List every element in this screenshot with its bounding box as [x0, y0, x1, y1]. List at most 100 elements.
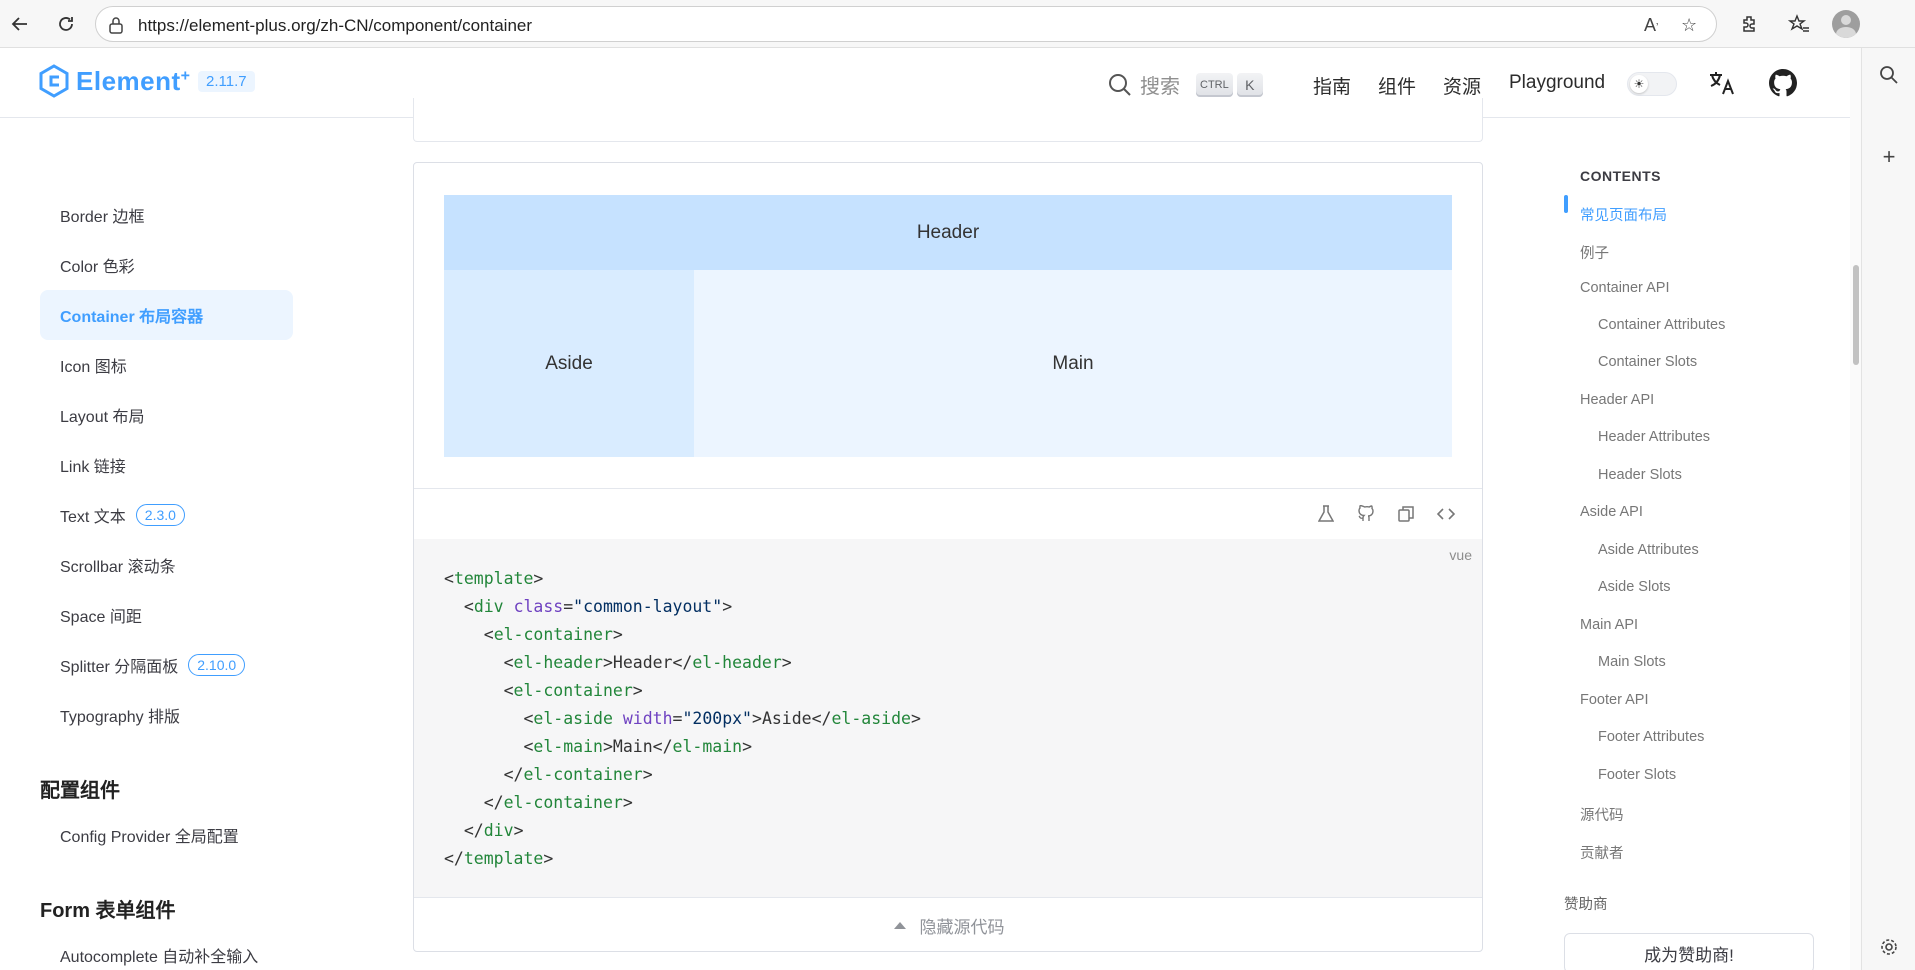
sidebar-item-border[interactable]: Border 边框: [40, 190, 293, 240]
toc-active-marker: [1564, 195, 1568, 213]
sidebar-item-label: Color 色彩: [60, 259, 135, 276]
sidebar-item-splitter[interactable]: Splitter 分隔面板 2.10.0: [40, 640, 293, 690]
toc-item[interactable]: Container Slots: [1598, 354, 1697, 370]
kbd-ctrl: CTRL: [1196, 72, 1233, 97]
logo-text: Element+: [76, 65, 191, 96]
demo-preview: Header Aside Main: [444, 195, 1452, 457]
github-icon[interactable]: [1355, 503, 1377, 525]
toc-item[interactable]: Header API: [1580, 392, 1654, 408]
logo[interactable]: Element+: [38, 64, 191, 98]
sidebar-item-space[interactable]: Space 间距: [40, 590, 293, 640]
version-tag: 2.3.0: [135, 504, 185, 526]
element-logo-icon: [39, 64, 69, 98]
translate-icon[interactable]: [1707, 68, 1737, 98]
favorites-icon[interactable]: [1785, 10, 1813, 38]
code-content: <template> <div class="common-layout"> <…: [444, 569, 921, 868]
sidebar-item-container[interactable]: Container 布局容器: [40, 290, 293, 340]
nav-component[interactable]: 组件: [1378, 72, 1416, 99]
code-block[interactable]: vue <template> <div class="common-layout…: [414, 539, 1482, 897]
version-badge[interactable]: 2.11.7: [198, 71, 255, 92]
read-aloud-icon[interactable]: Aʼ: [1644, 15, 1658, 36]
caret-up-icon: [893, 922, 906, 929]
toc-item[interactable]: Footer API: [1580, 692, 1649, 708]
browser-toolbar: https://element-plus.org/zh-CN/component…: [0, 0, 1915, 48]
sponsor-title: 赞助商: [1564, 897, 1608, 913]
toc-item[interactable]: Container Attributes: [1598, 317, 1725, 333]
sidebar-item-label: Text 文本: [60, 509, 126, 526]
theme-toggle[interactable]: ☀: [1627, 72, 1677, 96]
toc-title: CONTENTS: [1580, 168, 1661, 184]
browser-sidebar: +: [1861, 48, 1915, 970]
sidebar-item-label: Link 链接: [60, 459, 126, 476]
toc-item[interactable]: Aside Slots: [1598, 579, 1671, 595]
version-tag: 2.10.0: [188, 654, 246, 676]
lock-icon[interactable]: [108, 16, 124, 39]
sidebar-item-layout[interactable]: Layout 布局: [40, 390, 293, 440]
toc-item[interactable]: 常见页面布局: [1580, 204, 1667, 225]
search-placeholder: 搜索: [1140, 76, 1180, 98]
toc-item[interactable]: 贡献者: [1580, 842, 1624, 863]
nav-playground[interactable]: Playground: [1509, 72, 1605, 94]
extensions-icon[interactable]: [1736, 10, 1764, 38]
table-of-contents: CONTENTS 常见页面布局 例子 Container API Contain…: [1560, 118, 1850, 970]
sidebar-item-scrollbar[interactable]: Scrollbar 滚动条: [40, 540, 293, 590]
search-icon: [1109, 73, 1131, 96]
sidebar-item-label: Scrollbar 滚动条: [60, 559, 176, 576]
toc-item[interactable]: 例子: [1580, 242, 1609, 263]
sidebar-item-label: Space 间距: [60, 609, 142, 626]
add-icon[interactable]: +: [1876, 144, 1902, 170]
demo-header: Header: [444, 195, 1452, 270]
sidebar-item-label: Icon 图标: [60, 359, 127, 376]
toc-item[interactable]: Aside Attributes: [1598, 542, 1699, 558]
sidebar-item-label: Border 边框: [60, 209, 145, 226]
sun-icon: ☀: [1630, 75, 1648, 93]
toc-item[interactable]: Container API: [1580, 280, 1669, 296]
hide-code-label: 隐藏源代码: [919, 918, 1005, 937]
sidebar-item-autocomplete[interactable]: Autocomplete 自动补全输入: [40, 930, 293, 970]
toc-item[interactable]: Main Slots: [1598, 654, 1666, 670]
sidebar-item-typography[interactable]: Typography 排版: [40, 690, 293, 740]
profile-avatar[interactable]: [1832, 10, 1860, 38]
favorite-star-icon[interactable]: ☆: [1681, 15, 1697, 36]
demo-toolbar: [414, 489, 1482, 539]
nav-resource[interactable]: 资源: [1443, 72, 1481, 99]
sidebar-group-form: Form 表单组件: [40, 900, 176, 922]
refresh-icon[interactable]: [52, 10, 80, 38]
kbd-k: K: [1236, 72, 1263, 97]
nav-guide[interactable]: 指南: [1313, 72, 1351, 99]
toc-item[interactable]: Footer Attributes: [1598, 729, 1704, 745]
sidebar-item-label: Typography 排版: [60, 709, 181, 726]
sidebar-item-label: Autocomplete 自动补全输入: [60, 949, 259, 966]
sidebar-item-text[interactable]: Text 文本 2.3.0: [40, 490, 293, 540]
scrollbar-thumb[interactable]: [1853, 265, 1859, 365]
github-icon[interactable]: [1768, 68, 1798, 98]
toc-item[interactable]: Main API: [1580, 617, 1638, 633]
back-icon[interactable]: [6, 10, 34, 38]
gear-icon[interactable]: [1876, 934, 1902, 960]
toc-item[interactable]: Footer Slots: [1598, 767, 1676, 783]
address-bar[interactable]: https://element-plus.org/zh-CN/component…: [95, 6, 1717, 42]
search-button[interactable]: 搜索 CTRL K: [1108, 70, 1263, 99]
sidebar-item-label: Splitter 分隔面板: [60, 659, 179, 676]
sidebar-item-icon[interactable]: Icon 图标: [40, 340, 293, 390]
sidebar-item-label: Container 布局容器: [60, 309, 204, 326]
demo-card: Header Aside Main vue <template> <div cl…: [413, 162, 1483, 952]
copy-icon[interactable]: [1395, 503, 1417, 525]
toc-item[interactable]: Header Attributes: [1598, 429, 1710, 445]
sidebar-item-config-provider[interactable]: Config Provider 全局配置: [40, 810, 293, 860]
sidebar: Border 边框 Color 色彩 Container 布局容器 Icon 图…: [0, 118, 330, 970]
search-icon[interactable]: [1876, 62, 1902, 88]
toc-item[interactable]: 源代码: [1580, 804, 1624, 825]
become-sponsor-button[interactable]: 成为赞助商!: [1564, 933, 1814, 970]
sidebar-item-link[interactable]: Link 链接: [40, 440, 293, 490]
sidebar-item-color[interactable]: Color 色彩: [40, 240, 293, 290]
toc-item[interactable]: Header Slots: [1598, 467, 1682, 483]
code-language-label: vue: [1449, 547, 1472, 563]
demo-main: Main: [694, 270, 1452, 457]
hide-code-button[interactable]: 隐藏源代码: [414, 897, 1482, 951]
code-toggle-icon[interactable]: [1435, 503, 1457, 525]
toc-item[interactable]: Aside API: [1580, 504, 1643, 520]
url-text[interactable]: https://element-plus.org/zh-CN/component…: [138, 16, 532, 36]
playground-flask-icon[interactable]: [1315, 503, 1337, 525]
scrollbar-track[interactable]: [1850, 48, 1861, 970]
